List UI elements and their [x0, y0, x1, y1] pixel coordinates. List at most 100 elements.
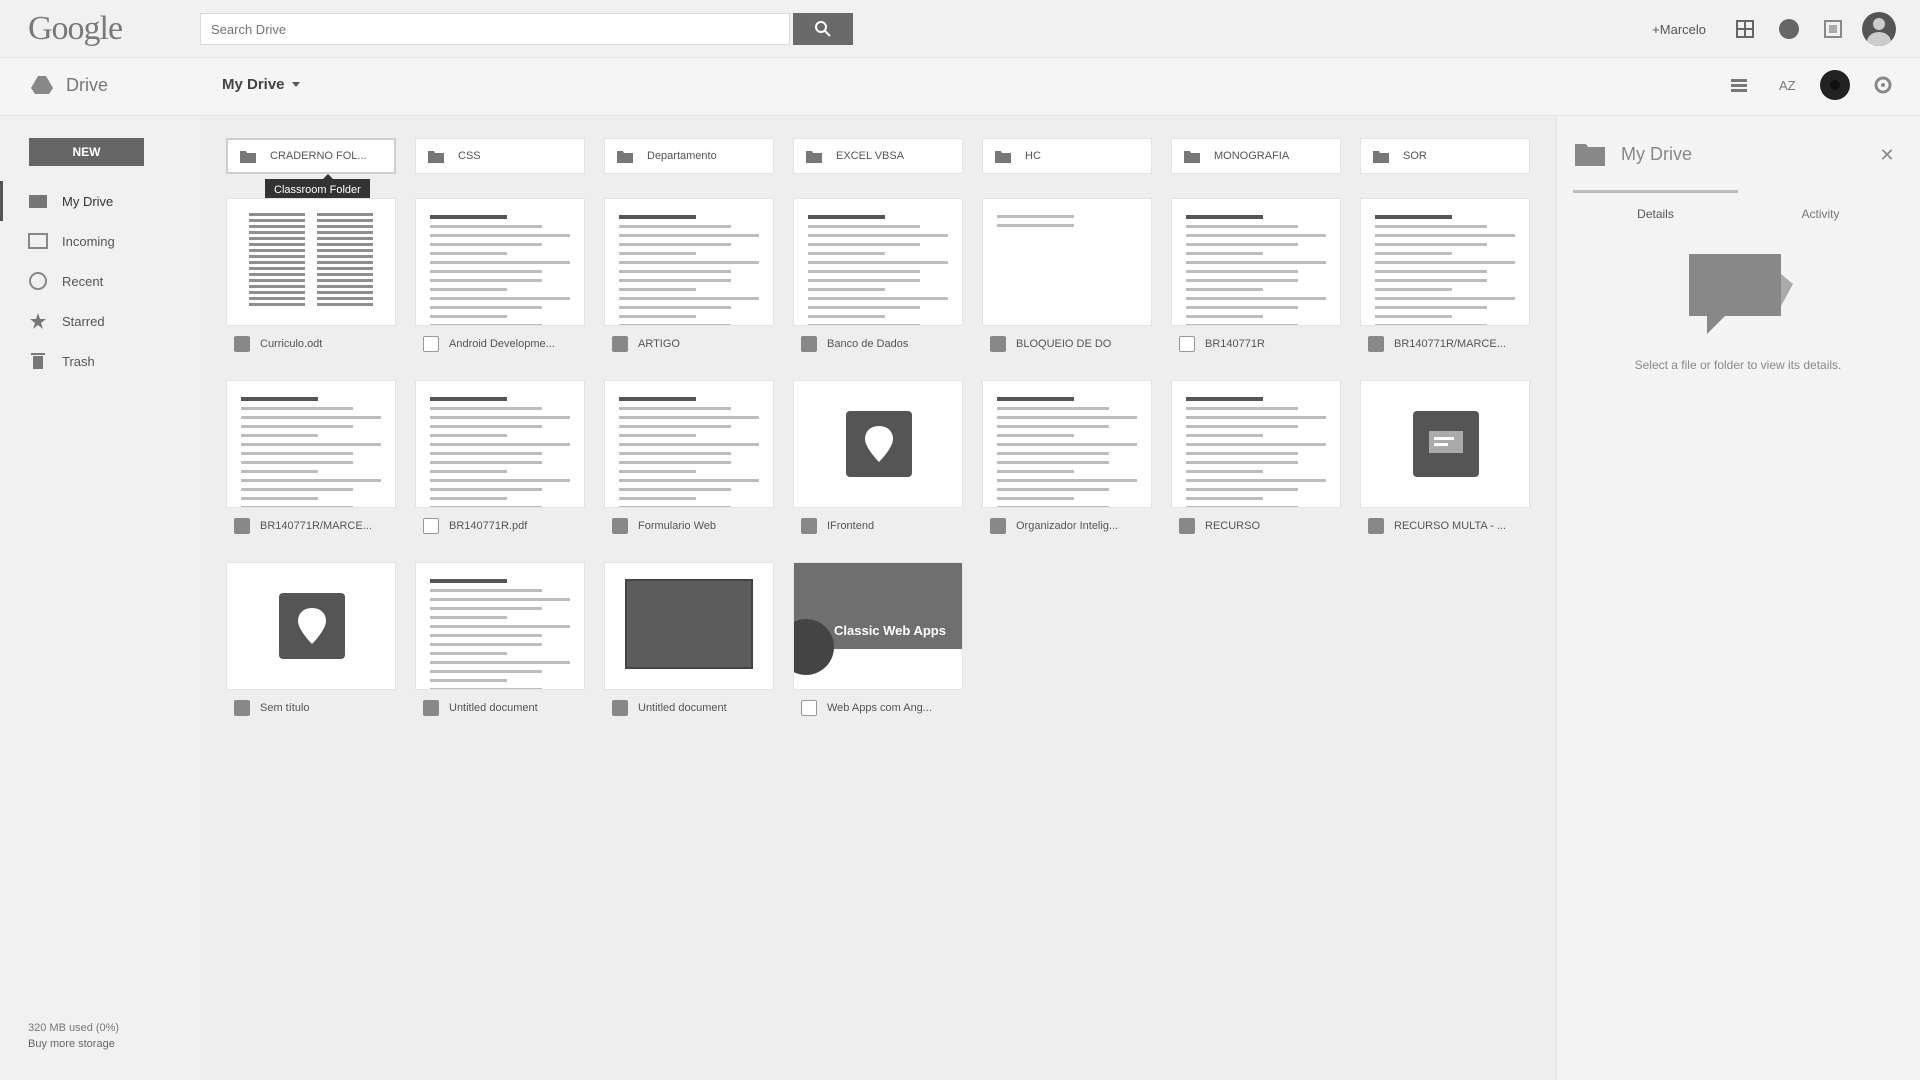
file-tile[interactable]: BR140771R: [1171, 198, 1341, 366]
file-name-row: BR140771R/MARCE...: [1360, 326, 1530, 362]
file-name: Curriculo.odt: [260, 338, 323, 350]
buy-storage-link[interactable]: Buy more storage: [28, 1036, 119, 1052]
file-thumbnail[interactable]: [1171, 380, 1341, 508]
file-thumbnail[interactable]: [1360, 198, 1530, 326]
file-thumbnail[interactable]: [415, 380, 585, 508]
file-thumbnail[interactable]: Classic Web Apps: [793, 562, 963, 690]
list-view-icon[interactable]: [1724, 70, 1754, 100]
folder-icon: [1373, 150, 1389, 163]
file-name-row: Web Apps com Ang...: [793, 690, 963, 726]
file-name-row: ARTIGO: [604, 326, 774, 362]
file-thumbnail[interactable]: [604, 198, 774, 326]
tab-details[interactable]: Details: [1573, 190, 1738, 221]
folder-item[interactable]: Departamento: [604, 138, 774, 174]
avatar[interactable]: [1862, 12, 1896, 46]
file-tile[interactable]: Classic Web Apps Web Apps com Ang...: [793, 562, 963, 730]
user-name-link[interactable]: +Marcelo: [1652, 22, 1706, 37]
file-name: Formulario Web: [638, 520, 717, 532]
file-tile[interactable]: BR140771R/MARCE...: [1360, 198, 1530, 366]
file-thumbnail[interactable]: [415, 198, 585, 326]
breadcrumb[interactable]: My Drive: [222, 76, 301, 93]
file-thumbnail[interactable]: [226, 380, 396, 508]
file-name: ARTIGO: [638, 338, 680, 350]
chevron-down-icon: [291, 81, 300, 87]
file-tile[interactable]: RECURSO MULTA - ...: [1360, 380, 1530, 548]
sidebar-item-my-drive[interactable]: My Drive: [0, 181, 200, 221]
presentation-file-icon: [1368, 336, 1384, 352]
drive-brand[interactable]: Drive: [30, 74, 108, 96]
top-bar: Google +Marcelo: [0, 0, 1920, 58]
file-thumbnail[interactable]: [982, 380, 1152, 508]
document-file-icon: [234, 336, 250, 352]
file-tile[interactable]: RECURSO: [1171, 380, 1341, 548]
view-controls: AZ: [1724, 70, 1898, 100]
file-tile[interactable]: Formulario Web: [604, 380, 774, 548]
folder-item[interactable]: MONOGRAFIA: [1171, 138, 1341, 174]
folder-item[interactable]: EXCEL VBSA: [793, 138, 963, 174]
notifications-icon[interactable]: [1774, 14, 1804, 44]
file-thumbnail[interactable]: [982, 198, 1152, 326]
file-tile[interactable]: BR140771R.pdf: [415, 380, 585, 548]
sidebar-item-incoming[interactable]: Incoming: [0, 221, 200, 261]
info-icon[interactable]: [1820, 70, 1850, 100]
file-tile[interactable]: Organizador Intelig...: [982, 380, 1152, 548]
file-tile[interactable]: Android Developme...: [415, 198, 585, 366]
file-name-row: IFrontend: [793, 508, 963, 544]
sidebar-item-trash[interactable]: Trash: [0, 341, 200, 381]
sidebar-item-recent[interactable]: Recent: [0, 261, 200, 301]
new-button[interactable]: NEW: [29, 138, 144, 166]
slides-icon: [1413, 411, 1479, 477]
file-thumbnail[interactable]: [226, 562, 396, 690]
folder-item[interactable]: CSS: [415, 138, 585, 174]
folder-label: SOR: [1403, 150, 1427, 162]
folder-label: CSS: [458, 150, 481, 162]
file-name: RECURSO: [1205, 520, 1261, 532]
search-input[interactable]: [201, 14, 789, 44]
sidebar-item-label: Starred: [62, 313, 105, 329]
file-name: Sem título: [260, 702, 310, 714]
apps-icon[interactable]: [1730, 14, 1760, 44]
pdf-file-icon: [423, 336, 439, 352]
file-thumbnail[interactable]: [604, 380, 774, 508]
settings-icon[interactable]: [1868, 70, 1898, 100]
file-thumbnail[interactable]: [226, 198, 396, 326]
file-thumbnail[interactable]: [415, 562, 585, 690]
file-tile[interactable]: Sem título: [226, 562, 396, 730]
folder-label: CRADERNO FOL...: [270, 150, 367, 162]
document-file-icon: [990, 336, 1006, 352]
folder-item[interactable]: HC: [982, 138, 1152, 174]
share-icon[interactable]: [1818, 14, 1848, 44]
file-name-row: Banco de Dados: [793, 326, 963, 362]
folder-row: CRADERNO FOL... CSS Departamento EXCEL V…: [226, 138, 1530, 174]
sidebar-item-label: Incoming: [62, 233, 115, 249]
sidebar-item-starred[interactable]: Starred: [0, 301, 200, 341]
search-box[interactable]: [200, 13, 790, 45]
details-title: My Drive: [1621, 143, 1692, 164]
file-name: BR140771R.pdf: [449, 520, 528, 532]
search-button[interactable]: [793, 13, 853, 45]
file-thumbnail[interactable]: [1171, 198, 1341, 326]
details-header: My Drive: [1575, 142, 1692, 166]
file-thumbnail[interactable]: [604, 562, 774, 690]
file-tile[interactable]: BLOQUEIO DE DO: [982, 198, 1152, 366]
file-name-row: RECURSO MULTA - ...: [1360, 508, 1530, 544]
close-icon[interactable]: ✕: [1876, 144, 1898, 166]
file-tile[interactable]: Untitled document: [415, 562, 585, 730]
file-tile[interactable]: BR140771R/MARCE...: [226, 380, 396, 548]
folder-item[interactable]: SOR: [1360, 138, 1530, 174]
file-thumbnail[interactable]: [1360, 380, 1530, 508]
sort-icon[interactable]: AZ: [1772, 70, 1802, 100]
main-content: CRADERNO FOL... CSS Departamento EXCEL V…: [200, 116, 1556, 1080]
file-thumbnail[interactable]: [793, 380, 963, 508]
google-logo[interactable]: Google: [28, 10, 123, 48]
folder-icon: [428, 150, 444, 163]
file-tile[interactable]: Banco de Dados: [793, 198, 963, 366]
file-tile[interactable]: Untitled document: [604, 562, 774, 730]
tab-activity[interactable]: Activity: [1738, 190, 1903, 221]
file-thumbnail[interactable]: [793, 198, 963, 326]
form-icon: [846, 411, 912, 477]
file-tile[interactable]: IFrontend: [793, 380, 963, 548]
folder-item[interactable]: CRADERNO FOL...: [226, 138, 396, 174]
file-tile[interactable]: ARTIGO: [604, 198, 774, 366]
file-tile[interactable]: Curriculo.odt: [226, 198, 396, 366]
